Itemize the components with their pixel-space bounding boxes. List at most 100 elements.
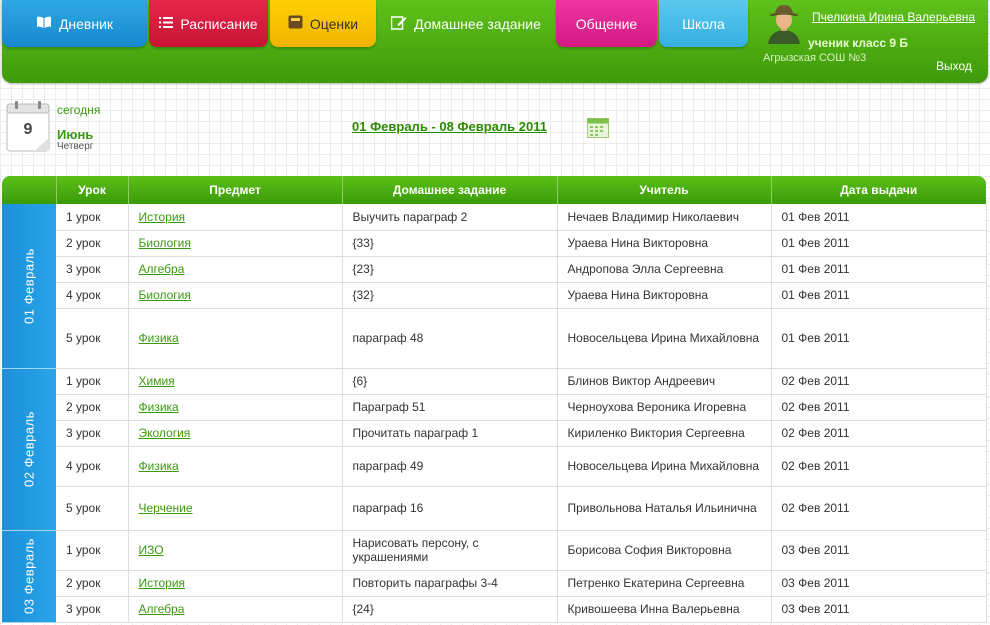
teacher-cell: Ураева Нина Викторовна bbox=[557, 282, 772, 309]
homework-cell: Выучить параграф 2 bbox=[342, 204, 558, 231]
subject-link[interactable]: Физика bbox=[139, 331, 179, 345]
homework-cell: {6} bbox=[342, 368, 558, 395]
tab-homework[interactable]: Домашнее задание bbox=[378, 0, 554, 47]
table-row: 02 Февраль 1 урок Химия {6} Блинов Викто… bbox=[2, 368, 987, 531]
table-row: 2 урок Биология {33} Ураева Нина Викторо… bbox=[2, 230, 987, 257]
teacher-cell: Кривошеева Инна Валерьевна bbox=[557, 596, 772, 623]
subject-link[interactable]: Физика bbox=[139, 459, 179, 473]
homework-cell: параграф 49 bbox=[342, 446, 558, 487]
subject-link[interactable]: История bbox=[139, 576, 186, 590]
today-weekday: Четверг bbox=[57, 141, 94, 152]
table-row: 5 урок Физика параграф 48 Новосельцева И… bbox=[2, 308, 987, 369]
lesson-cell: 5 урок bbox=[56, 486, 129, 531]
tab-school-label: Школа bbox=[682, 15, 725, 32]
tab-communication-label: Общение bbox=[575, 15, 638, 32]
table-row: 4 урок Биология {32} Ураева Нина Викторо… bbox=[2, 282, 987, 309]
homework-cell: Параграф 51 bbox=[342, 394, 558, 421]
tab-homework-label: Домашнее задание bbox=[414, 15, 541, 32]
subject-link[interactable]: Физика bbox=[139, 400, 179, 414]
subject-cell: Биология bbox=[128, 282, 343, 309]
subject-link[interactable]: Биология bbox=[139, 288, 191, 302]
book-icon bbox=[36, 16, 52, 32]
user-name-link[interactable]: Пчелкина Ирина Валерьевна bbox=[812, 10, 975, 24]
teacher-cell: Нечаев Владимир Николаевич bbox=[557, 204, 772, 231]
grades-icon bbox=[288, 15, 303, 32]
tab-school[interactable]: Школа bbox=[659, 0, 748, 47]
issued-date-cell: 02 Фев 2011 bbox=[771, 394, 987, 421]
lesson-cell: 4 урок bbox=[56, 446, 129, 487]
user-school: Агрызская СОШ №3 bbox=[763, 52, 867, 64]
tab-grades[interactable]: Оценки bbox=[270, 0, 376, 47]
day-group-cell: 02 Февраль bbox=[2, 368, 56, 531]
day-label: 01 Февраль bbox=[21, 247, 37, 324]
today-label: сегодня bbox=[57, 103, 101, 117]
subject-link[interactable]: Химия bbox=[139, 374, 175, 388]
homework-cell: параграф 48 bbox=[342, 308, 558, 369]
subject-link[interactable]: История bbox=[139, 210, 186, 224]
subject-link[interactable]: ИЗО bbox=[139, 543, 164, 557]
subject-link[interactable]: Алгебра bbox=[139, 262, 185, 276]
week-range-link[interactable]: 01 Февраль - 08 Февраль 2011 bbox=[352, 119, 547, 134]
issued-date-cell: 03 Фев 2011 bbox=[771, 530, 987, 571]
lesson-cell: 3 урок bbox=[56, 256, 129, 283]
lesson-cell: 2 урок bbox=[56, 394, 129, 421]
day-group-cell: 01 Февраль bbox=[2, 204, 56, 369]
subject-cell: История bbox=[128, 570, 343, 597]
table-row: 5 урок Черчение параграф 16 Привольнова … bbox=[2, 486, 987, 531]
subject-link[interactable]: Черчение bbox=[139, 501, 193, 515]
homework-cell: {33} bbox=[342, 230, 558, 257]
tab-communication[interactable]: Общение bbox=[556, 0, 657, 47]
today-month: Июнь bbox=[57, 127, 94, 142]
subject-cell: Алгебра bbox=[128, 596, 343, 623]
issued-date-cell: 03 Фев 2011 bbox=[771, 596, 987, 623]
teacher-cell: Привольнова Наталья Ильинична bbox=[557, 486, 772, 531]
table-row: 01 Февраль 1 урок История Выучить парагр… bbox=[2, 204, 987, 369]
header-issued: Дата выдачи bbox=[771, 176, 986, 204]
header-subject: Предмет bbox=[128, 176, 343, 204]
subject-cell: Алгебра bbox=[128, 256, 343, 283]
table-row: 3 урок Алгебра {24} Кривошеева Инна Вале… bbox=[2, 596, 987, 623]
tab-diary[interactable]: Дневник bbox=[2, 0, 147, 47]
header-date bbox=[2, 176, 57, 204]
issued-date-cell: 02 Фев 2011 bbox=[771, 446, 987, 487]
subject-link[interactable]: Биология bbox=[139, 236, 191, 250]
subject-cell: Экология bbox=[128, 420, 343, 447]
table-row: 2 урок Физика Параграф 51 Черноухова Вер… bbox=[2, 394, 987, 421]
list-icon bbox=[159, 16, 174, 32]
subject-cell: Физика bbox=[128, 394, 343, 421]
table-row: 3 урок Экология Прочитать параграф 1 Кир… bbox=[2, 420, 987, 447]
teacher-cell: Блинов Виктор Андреевич bbox=[557, 368, 772, 395]
teacher-cell: Новосельцева Ирина Михайловна bbox=[557, 446, 772, 487]
calendar-icon[interactable] bbox=[587, 116, 609, 141]
homework-cell: Нарисовать персону, с украшениями bbox=[342, 530, 558, 571]
issued-date-cell: 01 Фев 2011 bbox=[771, 204, 987, 231]
homework-cell: параграф 16 bbox=[342, 486, 558, 531]
homework-cell: Прочитать параграф 1 bbox=[342, 420, 558, 447]
lesson-cell: 1 урок bbox=[56, 368, 129, 395]
lesson-cell: 5 урок bbox=[56, 308, 129, 369]
teacher-cell: Новосельцева Ирина Михайловна bbox=[557, 308, 772, 369]
tab-schedule[interactable]: Расписание bbox=[149, 0, 268, 47]
avatar bbox=[766, 4, 802, 44]
pencil-icon bbox=[390, 15, 407, 33]
issued-date-cell: 01 Фев 2011 bbox=[771, 256, 987, 283]
subject-cell: ИЗО bbox=[128, 530, 343, 571]
issued-date-cell: 03 Фев 2011 bbox=[771, 570, 987, 597]
teacher-cell: Кириленко Виктория Сергеевна bbox=[557, 420, 772, 447]
teacher-cell: Борисова София Викторовна bbox=[557, 530, 772, 571]
header-teacher: Учитель bbox=[557, 176, 772, 204]
subject-cell: Химия bbox=[128, 368, 343, 395]
subject-cell: История bbox=[128, 204, 343, 231]
lesson-cell: 3 урок bbox=[56, 596, 129, 623]
lesson-cell: 1 урок bbox=[56, 204, 129, 231]
subject-link[interactable]: Алгебра bbox=[139, 602, 185, 616]
teacher-cell: Андропова Элла Сергеевна bbox=[557, 256, 772, 283]
table-row: 4 урок Физика параграф 49 Новосельцева И… bbox=[2, 446, 987, 487]
logout-link[interactable]: Выход bbox=[936, 59, 972, 73]
user-role: ученик класс 9 Б bbox=[808, 36, 909, 50]
issued-date-cell: 01 Фев 2011 bbox=[771, 230, 987, 257]
homework-cell: Повторить параграфы 3-4 bbox=[342, 570, 558, 597]
table-row: 03 Февраль 1 урок ИЗО Нарисовать персону… bbox=[2, 530, 987, 623]
teacher-cell: Ураева Нина Викторовна bbox=[557, 230, 772, 257]
subject-link[interactable]: Экология bbox=[139, 426, 191, 440]
